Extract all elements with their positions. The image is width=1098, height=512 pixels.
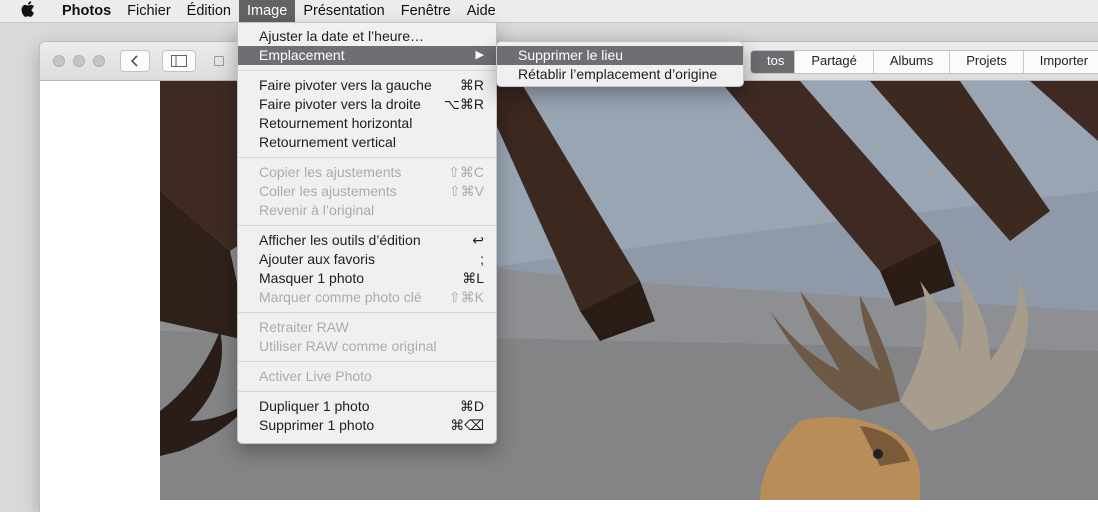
close-window-button[interactable] (53, 55, 65, 67)
menu-fenetre[interactable]: Fenêtre (393, 0, 459, 22)
tab-importer[interactable]: Importer (1022, 51, 1098, 73)
menu-item-restore-location[interactable]: Rétablir l’emplacement d’origine (497, 65, 743, 84)
menu-item-label: Utiliser RAW comme original (259, 338, 437, 354)
menu-separator (238, 225, 496, 226)
menu-item-hide-photo[interactable]: Masquer 1 photo ⌘L (238, 269, 496, 288)
location-submenu: Supprimer le lieu Rétablir l’emplacement… (496, 41, 744, 87)
menu-item-label: Activer Live Photo (259, 368, 372, 384)
menu-item-label: Faire pivoter vers la droite (259, 96, 421, 112)
tab-albums[interactable]: Albums (872, 51, 949, 73)
shortcut-label: ⌘⌫ (450, 417, 484, 433)
menu-item-rotate-left[interactable]: Faire pivoter vers la gauche ⌘R (238, 76, 496, 95)
menu-item-label: Ajouter aux favoris (259, 251, 375, 267)
shortcut-label: ⌘D (459, 398, 484, 414)
menu-item-show-edit-tools[interactable]: Afficher les outils d’édition ↩ (238, 231, 496, 250)
menu-item-label: Retournement vertical (259, 134, 396, 150)
menu-item-location[interactable]: Emplacement ▶ (238, 46, 496, 65)
shortcut-label: ⌘L (462, 270, 484, 286)
shortcut-label: ⇧⌘V (448, 183, 484, 199)
menu-item-label: Copier les ajustements (259, 164, 402, 180)
shortcut-label: ⌘R (459, 77, 484, 93)
menu-fichier[interactable]: Fichier (119, 0, 179, 22)
menu-item-label: Afficher les outils d’édition (259, 232, 421, 248)
menu-item-label: Masquer 1 photo (259, 270, 365, 286)
menu-item-adjust-date[interactable]: Ajuster la date et l’heure… (238, 27, 496, 46)
menu-separator (238, 391, 496, 392)
menu-item-label: Coller les ajustements (259, 183, 397, 199)
menu-item-flip-vertical[interactable]: Retournement vertical (238, 133, 496, 152)
menu-item-label: Dupliquer 1 photo (259, 398, 370, 414)
menu-photos[interactable]: Photos (54, 0, 119, 22)
menu-item-label: Revenir à l’original (259, 202, 375, 218)
menu-item-label: Emplacement (259, 47, 345, 63)
menu-aide[interactable]: Aide (459, 0, 504, 22)
menu-item-copy-adjustments: Copier les ajustements ⇧⌘C (238, 163, 496, 182)
shortcut-label: ⌥⌘R (443, 96, 484, 112)
menu-item-duplicate-photo[interactable]: Dupliquer 1 photo ⌘D (238, 397, 496, 416)
sidebar-toggle-icon (171, 55, 187, 67)
chevron-left-icon (130, 55, 138, 67)
menu-item-label: Retraiter RAW (259, 319, 349, 335)
menu-item-add-favorites[interactable]: Ajouter aux favoris; (238, 250, 496, 269)
menu-item-live-photo: Activer Live Photo (238, 367, 496, 386)
menu-item-rotate-right[interactable]: Faire pivoter vers la droite ⌥⌘R (238, 95, 496, 114)
menu-item-label: Rétablir l’emplacement d’origine (518, 66, 718, 82)
menu-bar: Photos Fichier Édition Image Présentatio… (0, 0, 1098, 23)
menu-item-remove-location[interactable]: Supprimer le lieu (497, 46, 743, 65)
tab-partage[interactable]: Partagé (794, 51, 873, 73)
menu-item-label: Faire pivoter vers la gauche (259, 77, 432, 93)
menu-item-paste-adjustments: Coller les ajustements ⇧⌘V (238, 182, 496, 201)
menu-item-use-raw-original: Utiliser RAW comme original (238, 337, 496, 356)
sidebar (40, 81, 160, 512)
menu-item-flip-horizontal[interactable]: Retournement horizontal (238, 114, 496, 133)
zoom-window-button[interactable] (93, 55, 105, 67)
menu-presentation[interactable]: Présentation (295, 0, 392, 22)
zoom-small-icon (214, 56, 224, 66)
menu-item-label: Ajuster la date et l’heure… (259, 28, 424, 44)
tab-projets[interactable]: Projets (949, 51, 1022, 73)
minimize-window-button[interactable] (73, 55, 85, 67)
tab-photos[interactable]: tos (751, 51, 795, 73)
menu-item-reprocess-raw: Retraiter RAW (238, 318, 496, 337)
menu-item-label: Supprimer le lieu (518, 47, 624, 63)
menu-separator (238, 157, 496, 158)
image-menu: Ajuster la date et l’heure… Emplacement ▶… (237, 22, 497, 444)
apple-logo-icon[interactable] (20, 0, 36, 22)
menu-separator (238, 312, 496, 313)
menu-item-label: Retournement horizontal (259, 115, 413, 131)
shortcut-label: ⇧⌘K (448, 289, 484, 305)
shortcut-label: ⇧⌘C (448, 164, 484, 180)
menu-edition[interactable]: Édition (179, 0, 239, 22)
menu-item-delete-photo[interactable]: Supprimer 1 photo ⌘⌫ (238, 416, 496, 435)
menu-image[interactable]: Image (239, 0, 296, 22)
view-tabs: tos Partagé Albums Projets Importer (750, 50, 1098, 74)
menu-item-key-photo: Marquer comme photo clé ⇧⌘K (238, 288, 496, 307)
back-button[interactable] (120, 50, 150, 72)
menu-item-label: Supprimer 1 photo (259, 417, 375, 433)
return-key-icon: ↩ (472, 232, 484, 248)
sidebar-toggle-button[interactable] (162, 50, 196, 72)
menu-separator (238, 70, 496, 71)
menu-separator (238, 361, 496, 362)
shortcut-label: ; (480, 251, 484, 267)
menu-item-revert-original: Revenir à l’original (238, 201, 496, 220)
submenu-arrow-icon: ▶ (475, 49, 484, 61)
menu-item-label: Marquer comme photo clé (259, 289, 422, 305)
